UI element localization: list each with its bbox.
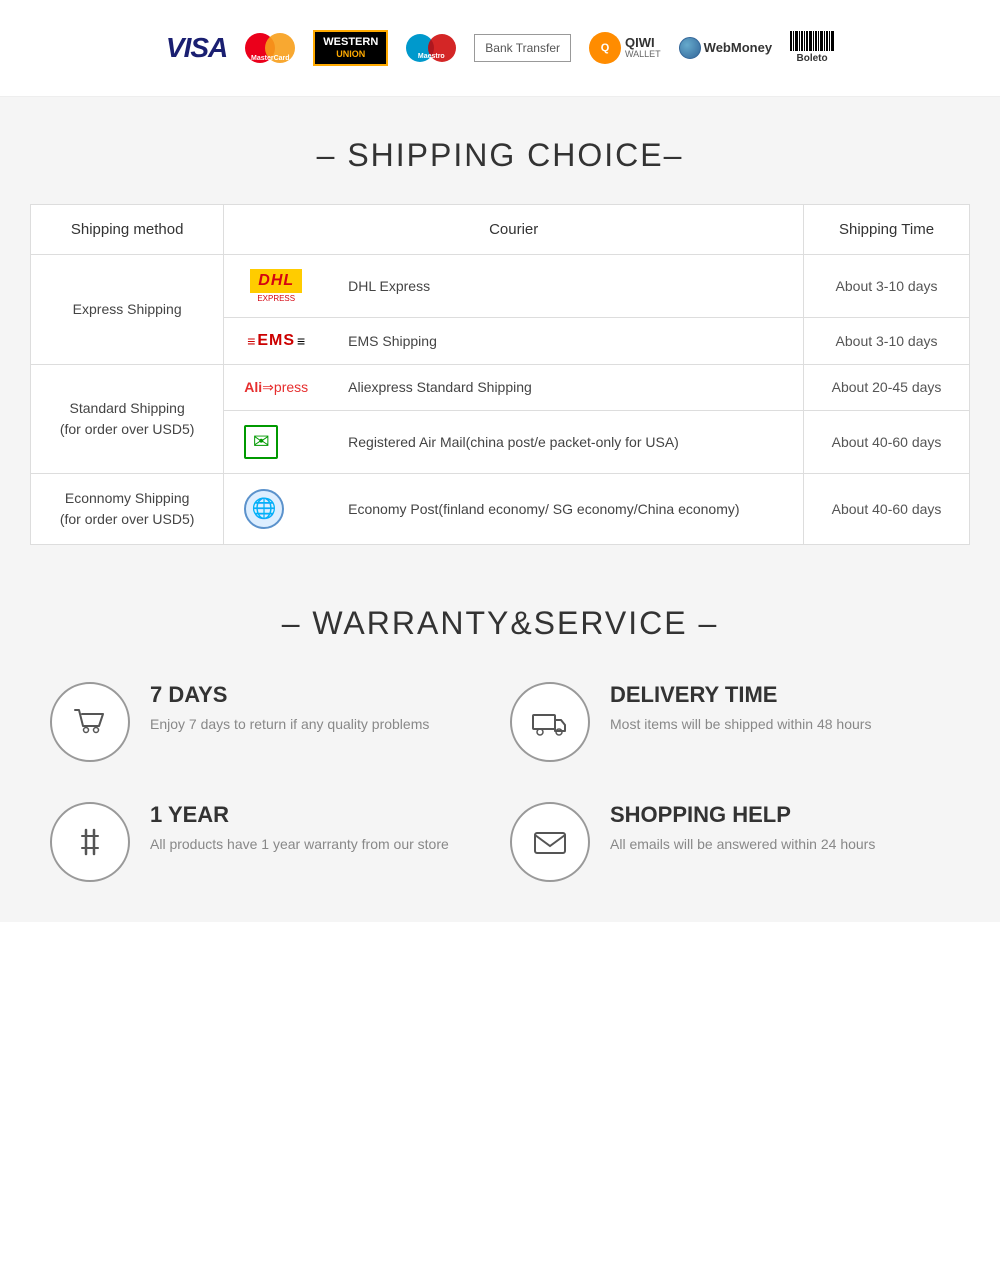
warranty-item-7days: 7 DAYS Enjoy 7 days to return if any qua…: [50, 682, 490, 762]
ali-logo-cell: Ali⇒press: [224, 364, 328, 410]
7days-title: 7 DAYS: [150, 682, 429, 708]
col-header-method: Shipping method: [31, 204, 224, 254]
webmoney-globe: [679, 37, 701, 59]
chinapost-logo: ✉: [244, 425, 278, 459]
chinapost-logo-cell: ✉: [224, 410, 328, 473]
ems-logo-cell: ≡ EMS ≡: [224, 317, 328, 364]
payment-section: VISA MasterCard WESTERN UNION Maestro Ba…: [0, 0, 1000, 97]
chinapost-courier-name: Registered Air Mail(china post/e packet-…: [328, 410, 803, 473]
chinapost-time: About 40-60 days: [804, 410, 970, 473]
dhl-time: About 3-10 days: [804, 254, 970, 317]
boleto-logo: Boleto: [790, 31, 834, 64]
mail-icon-circle: [510, 802, 590, 882]
shipping-section: – SHIPPING CHOICE– Shipping method Couri…: [0, 97, 1000, 585]
warranty-item-delivery: DELIVERY TIME Most items will be shipped…: [510, 682, 950, 762]
1year-content: 1 YEAR All products have 1 year warranty…: [150, 802, 449, 855]
webmoney-text: WebMoney: [704, 40, 772, 55]
un-logo: 🌐: [244, 489, 284, 529]
warranty-title: – WARRANTY&SERVICE –: [30, 605, 970, 642]
col-header-time: Shipping Time: [804, 204, 970, 254]
economy-time: About 40-60 days: [804, 473, 970, 544]
cart-icon: [70, 702, 110, 742]
shopping-help-content: SHOPPING HELP All emails will be answere…: [610, 802, 875, 855]
ems-time: About 3-10 days: [804, 317, 970, 364]
cart-icon-circle: [50, 682, 130, 762]
boleto-text: Boleto: [797, 53, 828, 64]
delivery-content: DELIVERY TIME Most items will be shipped…: [610, 682, 871, 735]
warranty-item-1year: 1 YEAR All products have 1 year warranty…: [50, 802, 490, 882]
ali-courier-name: Aliexpress Standard Shipping: [328, 364, 803, 410]
delivery-desc: Most items will be shipped within 48 hou…: [610, 714, 871, 735]
delivery-title: DELIVERY TIME: [610, 682, 871, 708]
truck-icon: [530, 702, 570, 742]
webmoney-logo: WebMoney: [679, 37, 772, 59]
dhl-logo-cell: DHL EXPRESS: [224, 254, 328, 317]
col-header-courier: Courier: [224, 204, 804, 254]
warranty-section: – WARRANTY&SERVICE – 7 DAYS Enjoy 7 days…: [0, 585, 1000, 922]
tools-icon-circle: [50, 802, 130, 882]
standard-shipping-label: Standard Shipping(for order over USD5): [31, 364, 224, 473]
1year-title: 1 YEAR: [150, 802, 449, 828]
shopping-help-title: SHOPPING HELP: [610, 802, 875, 828]
table-row: Express Shipping DHL EXPRESS DHL Express…: [31, 254, 970, 317]
warranty-grid: 7 DAYS Enjoy 7 days to return if any qua…: [50, 682, 950, 882]
ems-courier-name: EMS Shipping: [328, 317, 803, 364]
dhl-logo: DHL EXPRESS: [244, 269, 308, 303]
maestro-text: Maestro: [418, 53, 445, 60]
economy-courier-name: Economy Post(finland economy/ SG economy…: [328, 473, 803, 544]
table-header-row: Shipping method Courier Shipping Time: [31, 204, 970, 254]
economy-shipping-label: Econnomy Shipping(for order over USD5): [31, 473, 224, 544]
mastercard-logo: MasterCard: [245, 32, 295, 64]
un-logo-cell: 🌐: [224, 473, 328, 544]
visa-logo: VISA: [166, 32, 227, 64]
qiwi-logo: Q QIWI WALLET: [589, 32, 661, 64]
ali-time: About 20-45 days: [804, 364, 970, 410]
shipping-title: – SHIPPING CHOICE–: [30, 137, 970, 174]
tools-icon: [70, 822, 110, 862]
dhl-courier-name: DHL Express: [328, 254, 803, 317]
table-row: Standard Shipping(for order over USD5) A…: [31, 364, 970, 410]
qiwi-circle: Q: [589, 32, 621, 64]
truck-icon-circle: [510, 682, 590, 762]
aliexpress-logo: Ali⇒press: [244, 379, 308, 396]
maestro-logo: Maestro: [406, 32, 456, 64]
mail-icon: [530, 822, 570, 862]
shopping-help-desc: All emails will be answered within 24 ho…: [610, 834, 875, 855]
bank-transfer-logo: Bank Transfer: [474, 34, 571, 62]
7days-desc: Enjoy 7 days to return if any quality pr…: [150, 714, 429, 735]
warranty-item-shopping-help: SHOPPING HELP All emails will be answere…: [510, 802, 950, 882]
ems-logo: ≡ EMS ≡: [244, 332, 308, 350]
7days-content: 7 DAYS Enjoy 7 days to return if any qua…: [150, 682, 429, 735]
express-shipping-label: Express Shipping: [31, 254, 224, 364]
table-row: Econnomy Shipping(for order over USD5) 🌐…: [31, 473, 970, 544]
western-union-logo: WESTERN UNION: [313, 30, 388, 66]
mastercard-text: MasterCard: [251, 55, 290, 62]
1year-desc: All products have 1 year warranty from o…: [150, 834, 449, 855]
shipping-table: Shipping method Courier Shipping Time Ex…: [30, 204, 970, 545]
